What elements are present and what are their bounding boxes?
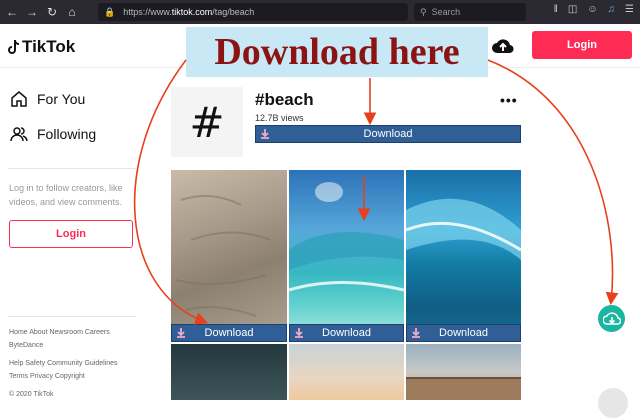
extension-icon[interactable]: ♫ <box>608 4 616 15</box>
tag-title: #beach <box>255 90 314 109</box>
video-tile-fence[interactable] <box>406 344 521 400</box>
download-here-banner: Download here <box>186 27 488 77</box>
reload-icon[interactable]: ↻ <box>42 0 62 24</box>
browser-right-icons: ‖ ◫ ☺ ♫ ☰ <box>554 4 634 15</box>
tag-views: 12.7B views <box>255 113 304 123</box>
address-bar[interactable]: 🔒 https://www. tiktok.com/tag/beach <box>98 3 408 21</box>
url-path: /tag/beach <box>212 7 255 17</box>
tag-download-button[interactable]: Download <box>255 125 521 143</box>
video-tile-sunset[interactable] <box>289 344 404 400</box>
download-label: Download <box>204 327 254 339</box>
sidebar-item-label: Following <box>37 126 97 142</box>
video-download-button[interactable]: Download <box>289 324 404 342</box>
more-options-icon[interactable]: ••• <box>500 92 518 108</box>
cloud-download-icon <box>602 311 621 325</box>
account-icon[interactable]: ☺ <box>587 4 597 15</box>
download-label: Download <box>363 128 413 140</box>
video-tile-dark-sea[interactable] <box>171 344 287 400</box>
sidebar-divider <box>8 316 136 317</box>
download-label: Download <box>322 327 371 339</box>
tiktok-logo[interactable]: TikTok <box>8 37 75 57</box>
wave-splash <box>289 182 404 292</box>
back-icon[interactable]: ← <box>2 0 22 24</box>
video-tile-sand[interactable] <box>171 170 287 342</box>
video-download-button[interactable]: Download <box>171 324 287 342</box>
sidebar-divider <box>8 168 136 169</box>
video-tile-wave[interactable] <box>406 170 521 342</box>
menu-icon[interactable]: ☰ <box>625 4 634 15</box>
video-download-button[interactable]: Download <box>406 324 521 342</box>
download-arrow-icon <box>261 129 269 139</box>
login-prompt-text: Log in to follow creators, like videos, … <box>9 183 123 207</box>
home-icon <box>11 91 27 107</box>
video-tile-clear-water[interactable] <box>289 170 404 342</box>
home-browser-icon[interactable]: ⌂ <box>62 0 82 24</box>
sidebar-toggle-icon[interactable]: ◫ <box>568 4 577 15</box>
footer-links-3[interactable]: Terms Privacy Copyright <box>9 372 85 381</box>
upload-cloud-icon[interactable] <box>492 37 514 55</box>
library-icon[interactable]: ‖ <box>554 4 558 15</box>
download-label: Download <box>439 327 488 339</box>
extension-download-button[interactable] <box>598 305 625 332</box>
download-arrow-icon <box>177 328 185 338</box>
header-login-button[interactable]: Login <box>532 31 632 59</box>
copyright-text: © 2020 TikTok <box>9 391 54 398</box>
footer-links-1[interactable]: Home About Newsroom Careers <box>9 328 110 337</box>
sidebar: For You Following Log in to follow creat… <box>0 68 150 400</box>
wave-curl <box>406 198 521 260</box>
search-icon: ⚲ <box>420 6 427 17</box>
download-arrow-icon <box>295 328 303 338</box>
hashtag-icon: # <box>171 87 243 157</box>
url-prefix: https://www. <box>123 7 172 17</box>
sidebar-item-following[interactable]: Following <box>10 125 96 143</box>
sidebar-item-label: For You <box>37 91 86 107</box>
footer-links-2[interactable]: Help Safety Community Guidelines <box>9 359 118 368</box>
url-host: tiktok.com <box>171 7 213 17</box>
forward-icon[interactable]: → <box>22 0 42 24</box>
sidebar-item-for-you[interactable]: For You <box>10 90 85 108</box>
footer-bytedance-link[interactable]: ByteDance <box>9 341 43 350</box>
fence-silhouette <box>406 377 521 400</box>
browser-search-input[interactable]: ⚲ Search <box>414 3 526 21</box>
lock-icon: 🔒 <box>104 6 116 17</box>
browser-toolbar: ← → ↻ ⌂ 🔒 https://www. tiktok.com/tag/bea… <box>0 0 640 24</box>
sidebar-login-button[interactable]: Login <box>9 220 133 248</box>
people-icon <box>10 127 28 142</box>
tiktok-note-icon <box>8 39 19 54</box>
logo-text: TikTok <box>22 37 76 56</box>
scroll-to-top-button[interactable] <box>598 388 628 418</box>
sand-texture <box>175 195 272 317</box>
download-arrow-icon <box>412 328 420 338</box>
search-placeholder: Search <box>431 7 461 17</box>
